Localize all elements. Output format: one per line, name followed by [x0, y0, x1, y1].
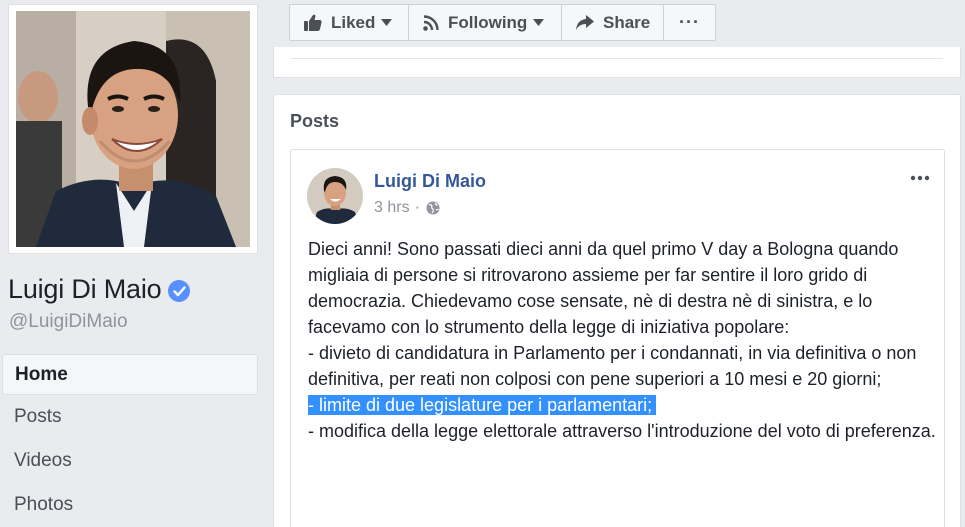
nav-item-label: Posts	[14, 406, 62, 427]
share-button-label: Share	[603, 12, 651, 32]
thumbs-up-icon	[304, 14, 322, 31]
nav-item-label: Photos	[14, 494, 74, 515]
following-button-label: Following	[448, 12, 528, 32]
nav-item-label: Videos	[14, 450, 72, 471]
post-author-avatar[interactable]	[307, 168, 363, 224]
meta-separator: ·	[414, 199, 420, 216]
profile-photo	[16, 11, 250, 247]
share-button[interactable]: Share	[562, 4, 664, 41]
post-paragraph: - modifica della legge elettorale attrav…	[308, 421, 936, 441]
left-nav: Home Posts Videos Photos	[2, 354, 258, 527]
page-handle[interactable]: @LuigiDiMaio	[9, 311, 128, 333]
post-timestamp[interactable]: 3 hrs	[374, 199, 410, 217]
page-name-row: Luigi Di Maio	[8, 272, 191, 306]
more-options-label: ···	[679, 12, 700, 32]
post-card: Luigi Di Maio 3 hrs · Dieci anni! Sono p…	[290, 149, 945, 527]
posts-heading[interactable]: Posts	[290, 111, 339, 132]
more-options-button[interactable]: ···	[664, 4, 716, 41]
chevron-down-icon	[381, 19, 393, 26]
post-paragraph-selected: - limite di due legislature per i parlam…	[308, 392, 938, 418]
profile-picture-frame[interactable]	[8, 4, 258, 254]
globe-icon[interactable]	[426, 201, 440, 215]
post-options-button[interactable]	[910, 168, 930, 186]
nav-item-videos[interactable]: Videos	[2, 439, 258, 483]
posts-section: Posts Luigi Di Maio 3 hrs · Dieci anni!	[273, 94, 961, 527]
liked-button-label: Liked	[331, 12, 376, 32]
chevron-down-icon	[533, 19, 545, 26]
verified-check-icon	[168, 280, 191, 302]
ellipsis-icon	[910, 175, 930, 181]
post-paragraph: Dieci anni! Sono passati dieci anni da q…	[308, 239, 899, 337]
nav-item-photos[interactable]: Photos	[2, 483, 258, 527]
selected-text-highlight: - limite di due legislature per i parlam…	[308, 395, 657, 415]
post-author-name[interactable]: Luigi Di Maio	[374, 171, 486, 192]
post-meta: 3 hrs ·	[374, 199, 440, 217]
left-column: Luigi Di Maio @LuigiDiMaio Home Posts Vi…	[0, 0, 265, 527]
nav-item-label: Home	[15, 363, 68, 385]
rss-icon	[423, 14, 439, 31]
share-arrow-icon	[576, 15, 594, 30]
about-card-bottom	[273, 47, 961, 78]
nav-item-posts[interactable]: Posts	[2, 395, 258, 439]
post-body-text: Dieci anni! Sono passati dieci anni da q…	[308, 236, 938, 444]
page-name[interactable]: Luigi Di Maio	[8, 274, 162, 305]
page-action-bar: Liked Following Share ···	[289, 4, 716, 41]
liked-button[interactable]: Liked	[289, 4, 409, 41]
post-paragraph: - divieto di candidatura in Parlamento p…	[308, 343, 917, 389]
following-button[interactable]: Following	[409, 4, 562, 41]
nav-item-home[interactable]: Home	[2, 354, 258, 395]
